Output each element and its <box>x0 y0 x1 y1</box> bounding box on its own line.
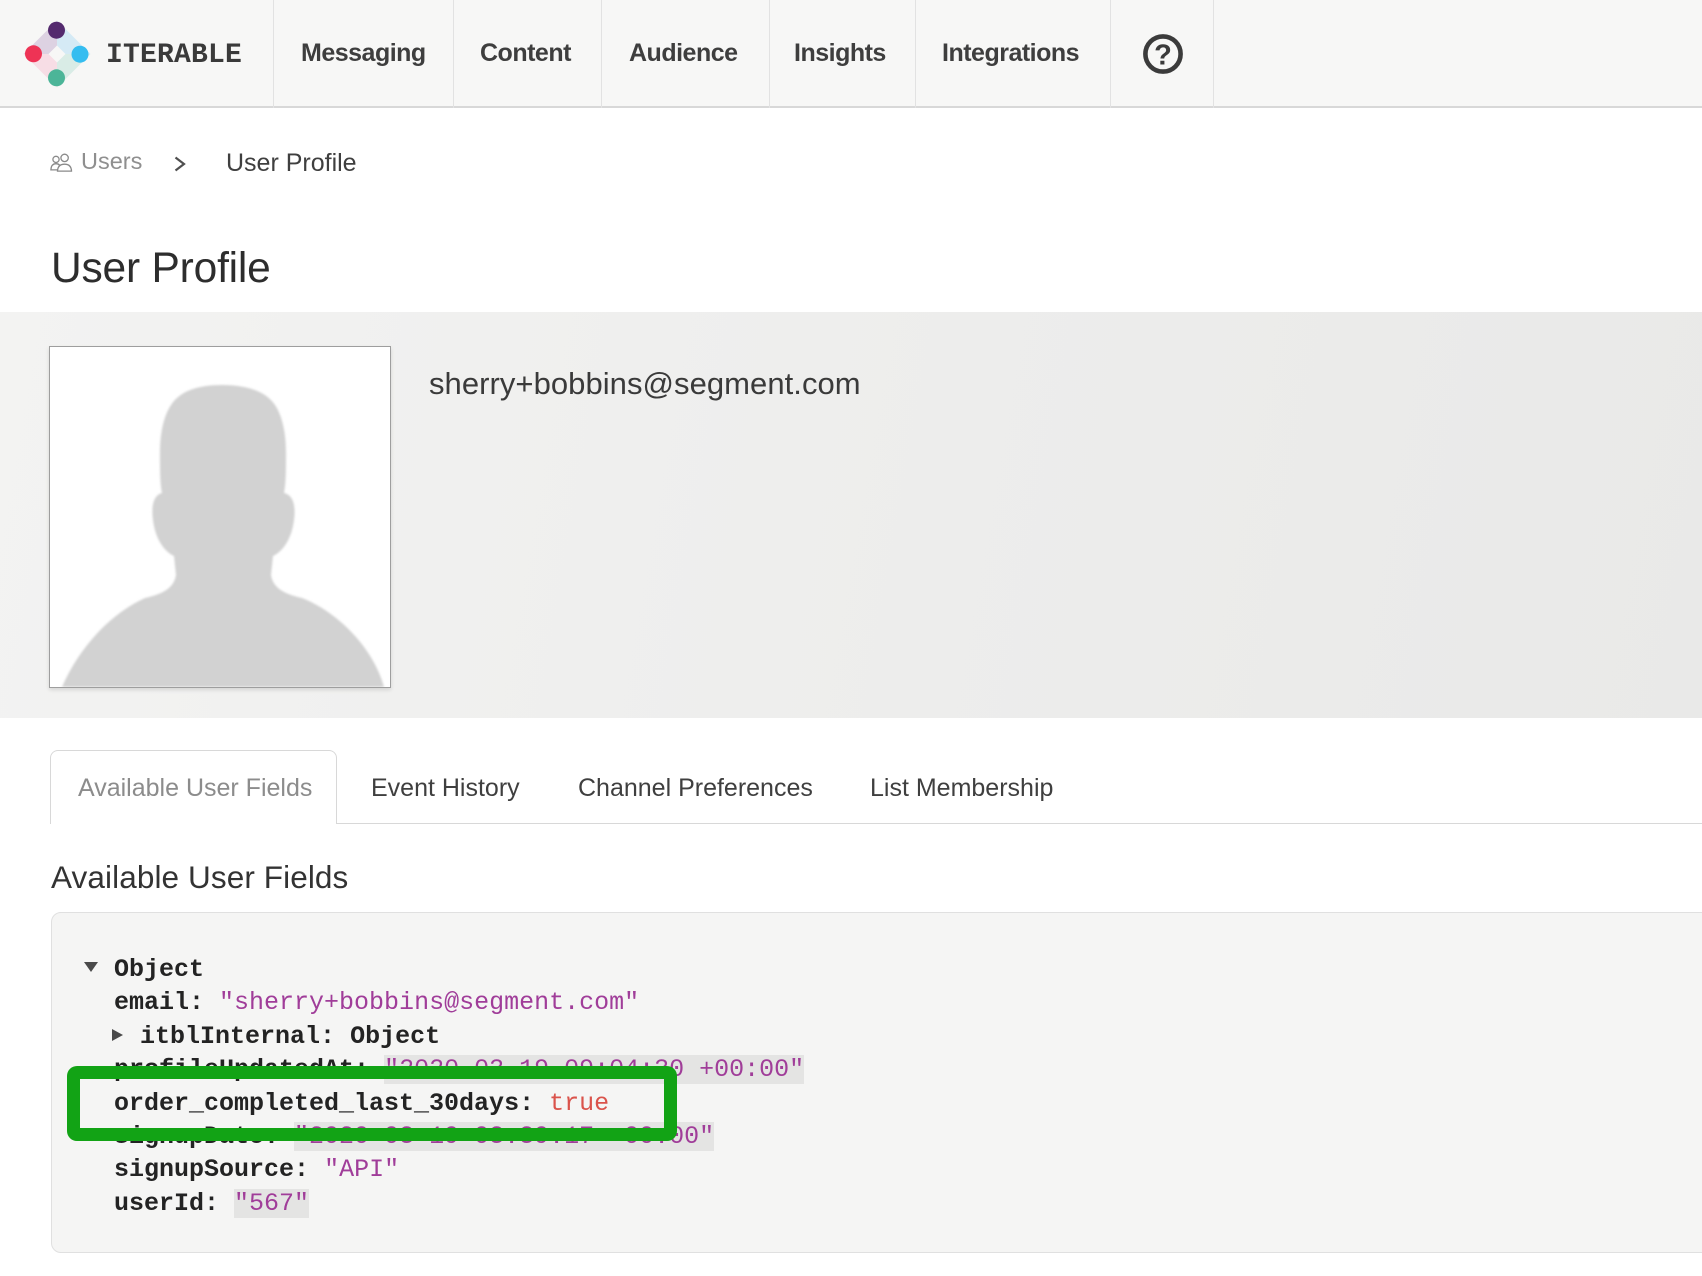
svg-text:?: ? <box>1154 40 1172 72</box>
